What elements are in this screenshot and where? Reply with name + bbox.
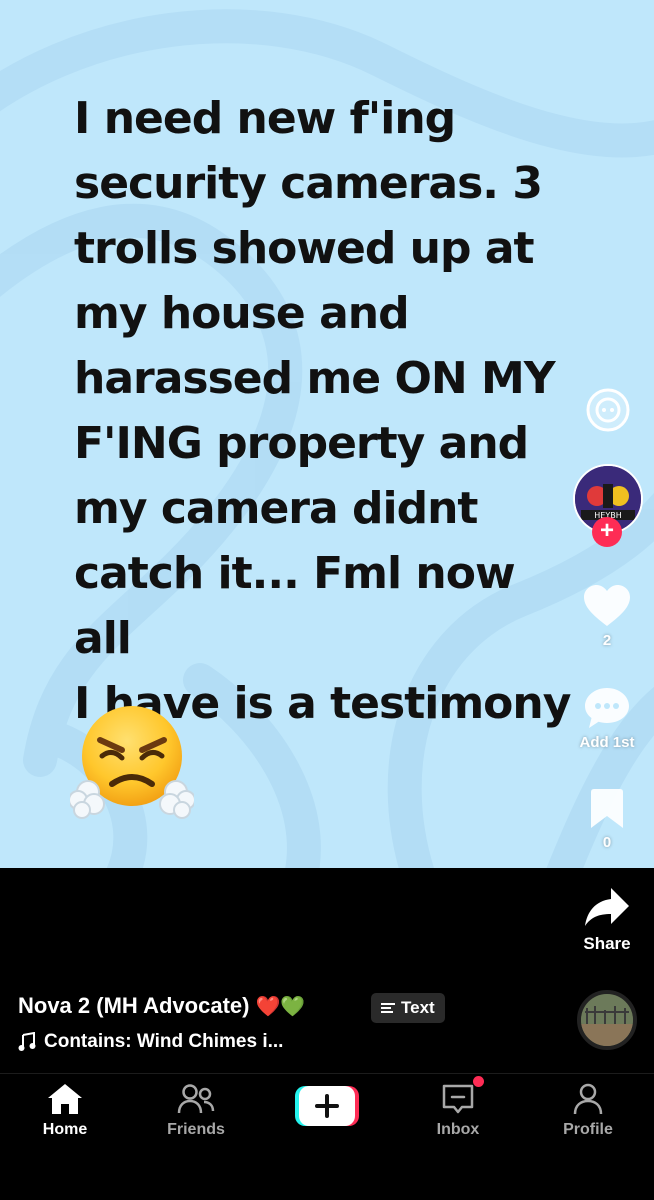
text-badge-label: Text [401,998,435,1017]
creator-name-text: Nova 2 (MH Advocate) [18,993,250,1018]
share-button[interactable]: Share [572,886,642,954]
sound-link[interactable]: Contains: Wind Chimes i... [18,1031,283,1053]
effect-button[interactable] [583,385,633,435]
share-arrow-icon [585,888,629,926]
sound-title: Contains: Wind Chimes i... [44,1031,284,1052]
text-post-badge[interactable]: Text [371,993,445,1023]
sound-cover-image [581,994,633,1046]
tab-inbox[interactable]: Inbox [403,1083,513,1139]
tab-profile[interactable]: Profile [533,1083,643,1139]
effect-icon [586,388,630,432]
tab-friends-label: Friends [167,1121,225,1138]
creator-name[interactable]: Nova 2 (MH Advocate) ❤️💚 [18,993,305,1019]
share-label: Share [583,934,631,953]
post-text: I need new f'ing security cameras. 3 tro… [74,93,571,729]
tab-inbox-label: Inbox [436,1121,480,1138]
face-with-steam-from-nose-emoji [70,706,194,819]
like-count: 2 [602,632,612,649]
friends-icon [177,1084,215,1114]
save-count: 0 [602,834,612,851]
tab-home[interactable]: Home [10,1083,120,1139]
tab-profile-label: Profile [563,1121,613,1138]
sound-disc[interactable] [577,990,637,1050]
music-note-icon [18,1032,36,1051]
save-button[interactable]: 0 [583,788,631,851]
tab-friends[interactable]: Friends [141,1083,251,1139]
profile-icon [573,1083,603,1115]
tab-home-label: Home [42,1121,88,1138]
comment-count: Add 1st [579,734,635,751]
comment-button[interactable]: Add 1st [568,686,646,751]
comment-icon [585,688,629,728]
post-content[interactable]: I need new f'ing security cameras. 3 tro… [0,0,654,868]
heart-icon [584,585,630,626]
inbox-icon [442,1084,474,1114]
home-icon [48,1084,82,1114]
bookmark-icon [591,789,623,828]
text-lines-icon [381,1003,395,1013]
like-button[interactable]: 2 [583,584,631,649]
create-post-button[interactable] [295,1084,359,1128]
inbox-notification-dot [473,1076,484,1087]
heart-emojis: ❤️💚 [255,995,306,1018]
follow-button[interactable]: + [592,517,622,547]
